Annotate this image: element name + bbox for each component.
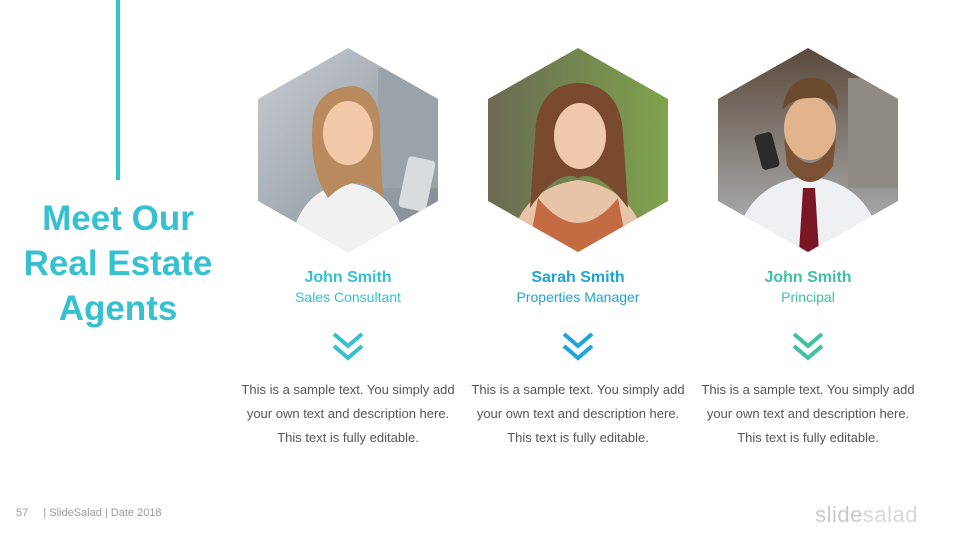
- agent-role-2: Properties Manager: [516, 289, 640, 305]
- agent-role-3: Principal: [781, 289, 835, 305]
- footer: 57 | SlideSalad | Date 2018: [16, 507, 162, 519]
- accent-line: [116, 0, 120, 180]
- agent-name-1: John Smith: [304, 269, 392, 286]
- agent-role-1: Sales Consultant: [295, 289, 401, 305]
- agent-description-1: This is a sample text. You simply add yo…: [241, 382, 455, 445]
- chevron-double-down-icon: [562, 332, 594, 361]
- agent-photo-2: [488, 48, 668, 252]
- agent-photo-1: [258, 48, 438, 252]
- agent-name-3: John Smith: [764, 269, 852, 286]
- brand-logo: slidesalad: [815, 502, 918, 528]
- agent-description-3: This is a sample text. You simply add yo…: [701, 382, 915, 445]
- agent-name-2: Sarah Smith: [531, 269, 625, 286]
- footer-info: | SlideSalad | Date 2018: [43, 507, 162, 519]
- agent-description-2: This is a sample text. You simply add yo…: [471, 382, 685, 445]
- brand-logo-part2: salad: [862, 502, 918, 527]
- chevron-double-down-icon: [792, 332, 824, 361]
- page-number: 57: [16, 507, 29, 519]
- agent-photo-3: [718, 48, 898, 252]
- chevron-double-down-icon: [332, 332, 364, 361]
- brand-logo-part1: slide: [815, 502, 863, 527]
- slide-title: Meet Our Real Estate Agents: [23, 199, 213, 328]
